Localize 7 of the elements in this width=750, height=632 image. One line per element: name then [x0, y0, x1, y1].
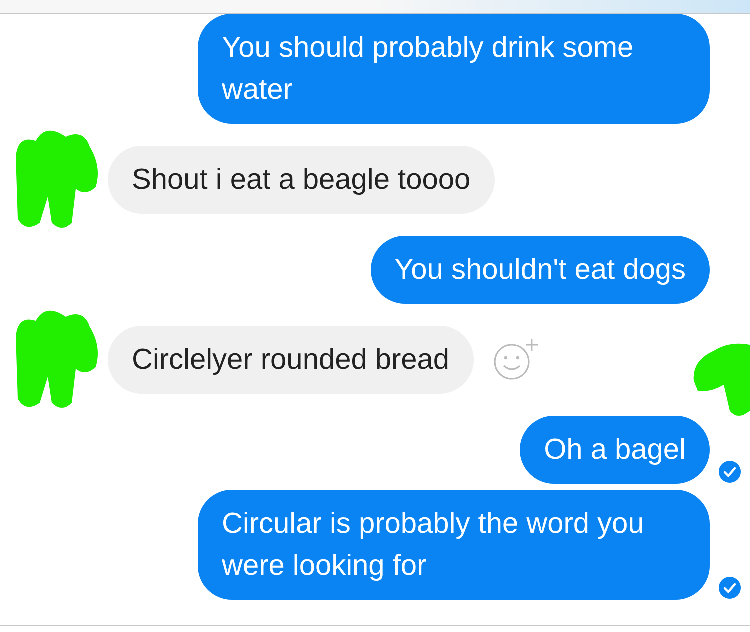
- message-bubble: Shout i eat a beagle toooo: [108, 146, 495, 214]
- message-bubble: Circlelyer rounded bread: [108, 326, 474, 394]
- add-reaction-button[interactable]: [492, 338, 540, 382]
- message-bubble: Oh a bagel: [520, 416, 710, 484]
- message-bubble: Circular is probably the word you were looking for: [198, 490, 710, 600]
- message-bubble: You should probably drink some water: [198, 14, 710, 124]
- message-bubble: You shouldn't eat dogs: [370, 236, 710, 304]
